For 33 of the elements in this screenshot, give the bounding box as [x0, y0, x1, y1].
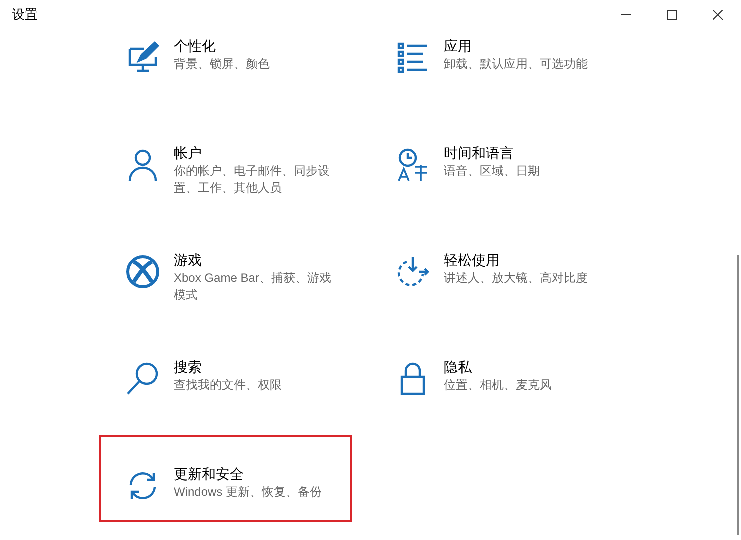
category-description: Xbox Game Bar、捕获、游戏模式 [174, 270, 332, 304]
category-description: 查找我的文件、权限 [174, 377, 282, 394]
category-description: 位置、相机、麦克风 [444, 377, 552, 394]
category-title: 搜索 [174, 358, 203, 376]
category-title: 更新和安全 [174, 465, 245, 483]
close-icon [713, 10, 723, 20]
category-description: Windows 更新、恢复、备份 [174, 484, 322, 501]
category-description: 你的帐户、电子邮件、同步设置、工作、其他人员 [174, 163, 331, 197]
category-description: 语音、区域、日期 [444, 163, 540, 180]
window-title: 设置 [12, 6, 38, 24]
settings-category[interactable]: 应用 卸载、默认应用、可选功能 [369, 7, 622, 94]
settings-category[interactable]: 更新和安全 Windows 更新、恢复、备份 [99, 435, 352, 522]
settings-category[interactable]: 隐私 位置、相机、麦克风 [369, 328, 622, 415]
scrollbar[interactable] [737, 255, 739, 535]
category-title: 应用 [444, 37, 473, 55]
settings-category[interactable]: 个性化 背景、锁屏、颜色 [99, 7, 352, 94]
category-title: 个性化 [174, 37, 217, 55]
category-description: 背景、锁屏、颜色 [174, 56, 270, 73]
xbox-icon [125, 254, 161, 290]
settings-category[interactable]: 轻松使用 讲述人、放大镜、高对比度 [369, 221, 622, 308]
settings-category[interactable]: 搜索 查找我的文件、权限 [99, 328, 352, 415]
settings-category[interactable]: 帐户 你的帐户、电子邮件、同步设置、工作、其他人员 [99, 114, 352, 201]
settings-category[interactable]: 游戏 Xbox Game Bar、捕获、游戏模式 [99, 221, 352, 308]
settings-category[interactable]: 时间和语言 语音、区域、日期 [369, 114, 622, 201]
maximize-icon [667, 10, 677, 20]
category-description: 讲述人、放大镜、高对比度 [444, 270, 588, 287]
category-title: 时间和语言 [444, 144, 515, 162]
category-title: 隐私 [444, 358, 473, 376]
category-description: 卸载、默认应用、可选功能 [444, 56, 588, 73]
category-title: 轻松使用 [444, 251, 501, 269]
category-title: 帐户 [174, 144, 203, 162]
search-icon [125, 361, 161, 397]
category-title: 游戏 [174, 251, 203, 269]
